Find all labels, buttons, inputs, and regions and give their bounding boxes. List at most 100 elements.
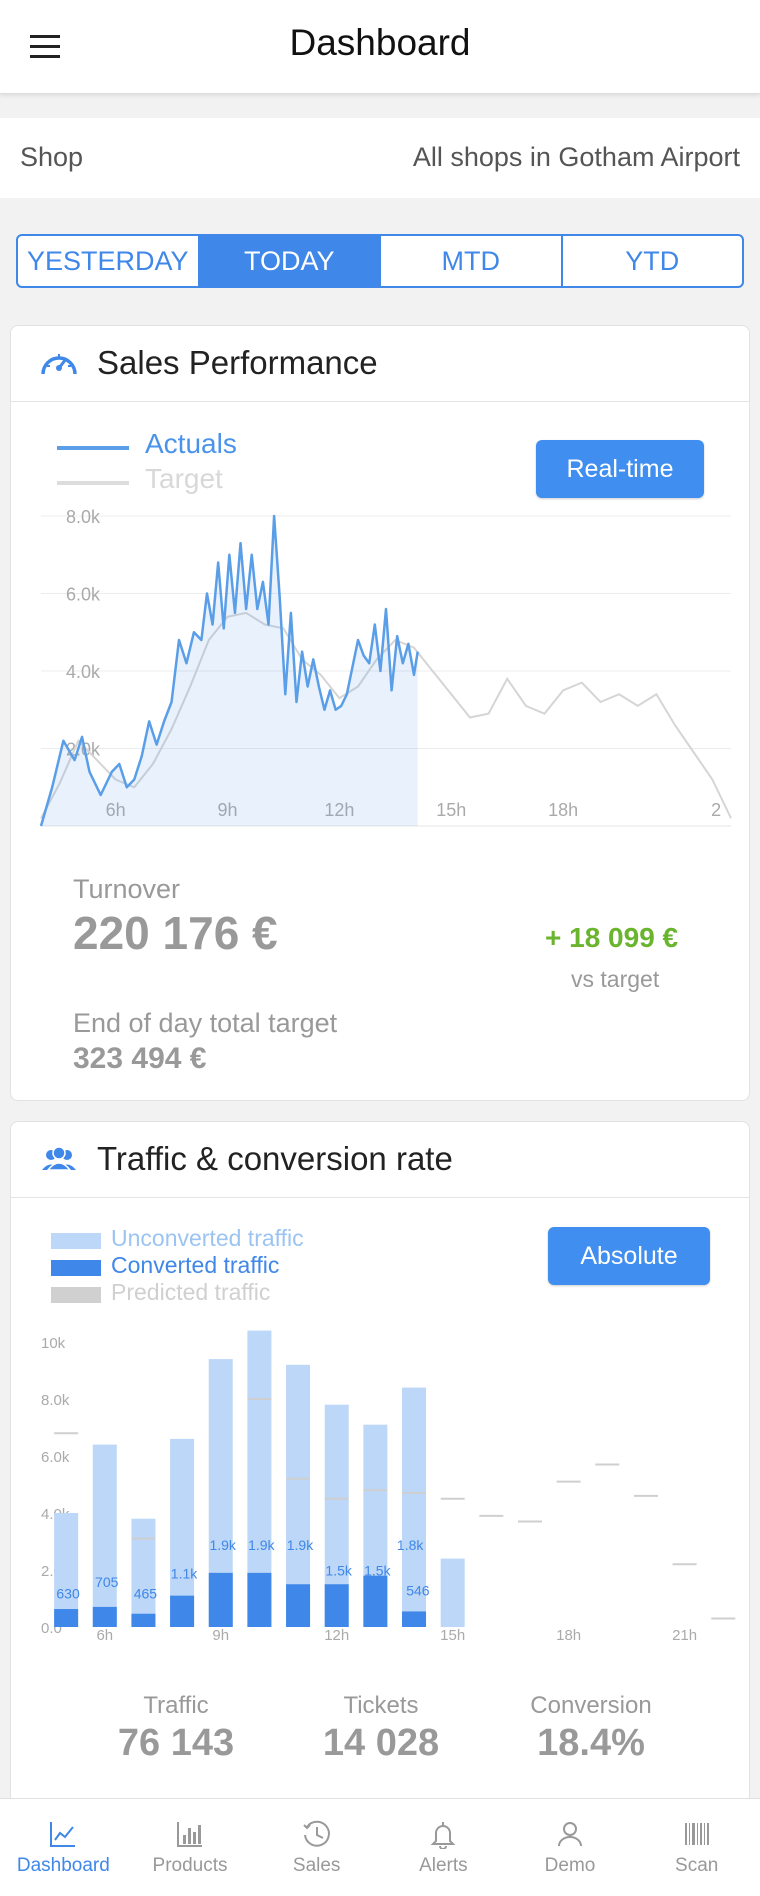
bar-unconverted <box>92 1444 117 1627</box>
card-title: Traffic & conversion rate <box>97 1140 453 1177</box>
tabbar-label: Alerts <box>419 1854 468 1876</box>
bottom-tab-bar: Dashboard Products Sales Alerts Demo Sca… <box>0 1798 760 1896</box>
x-tick-label: 12h <box>324 1627 349 1644</box>
barcode-icon <box>684 1822 709 1845</box>
y-tick-label: 8.0k <box>66 507 101 527</box>
speedometer-icon <box>41 354 77 375</box>
bar-converted <box>286 1584 311 1627</box>
absolute-button[interactable]: Absolute <box>548 1227 710 1285</box>
bar-converted <box>247 1572 272 1627</box>
bar-data-label: 1.8k <box>397 1537 424 1553</box>
people-icon <box>42 1146 76 1171</box>
y-tick-label: 10k <box>41 1335 66 1352</box>
line-chart-icon <box>50 1821 76 1847</box>
eod-target-value: 323 494 € <box>73 1042 207 1075</box>
tabbar-item-demo[interactable]: Demo <box>507 1799 634 1896</box>
legend-converted[interactable]: Converted traffic <box>111 1252 279 1279</box>
y-tick-label: 6.0k <box>41 1449 70 1466</box>
bar-converted <box>208 1572 233 1627</box>
sales-chart[interactable]: 2.0k4.0k6.0k8.0k6h9h12h15h18h2 <box>11 496 751 836</box>
vs-target-label: vs target <box>571 966 660 992</box>
tabbar-item-products[interactable]: Products <box>127 1799 254 1896</box>
bar-data-label: 1.9k <box>248 1537 275 1553</box>
bar-data-label: 546 <box>406 1583 430 1599</box>
eod-target-label: End of day total target <box>73 1008 338 1038</box>
tabbar-label: Sales <box>292 1854 341 1876</box>
tabbar-item-sales[interactable]: Sales <box>253 1799 380 1896</box>
legend-unconverted[interactable]: Unconverted traffic <box>111 1225 304 1252</box>
bar-data-label: 465 <box>134 1586 158 1602</box>
stat-conversion-value: 18.4% <box>537 1722 645 1764</box>
legend-target-swatch <box>57 481 129 485</box>
bar-converted <box>363 1575 388 1627</box>
card-header: Sales Performance <box>11 326 749 402</box>
tab-yesterday[interactable]: YESTERDAY <box>18 236 200 286</box>
bell-icon <box>430 1821 456 1849</box>
bar-unconverted <box>440 1558 465 1627</box>
bar-data-label: 1.1k <box>171 1566 198 1582</box>
y-tick-label: 8.0k <box>41 1392 70 1409</box>
y-tick-label: 4.0k <box>66 662 101 682</box>
tabbar-item-scan[interactable]: Scan <box>633 1799 760 1896</box>
bar-converted <box>170 1595 195 1627</box>
tabbar-label: Dashboard <box>16 1854 110 1876</box>
turnover-value: 220 176 € <box>73 907 278 959</box>
bar-converted <box>402 1611 427 1627</box>
x-tick-label: 18h <box>548 800 578 820</box>
tabbar-label: Demo <box>544 1854 596 1876</box>
tab-mtd[interactable]: MTD <box>381 236 563 286</box>
bar-data-label: 1.9k <box>209 1537 236 1553</box>
bar-converted <box>324 1584 349 1627</box>
legend-target[interactable]: Target <box>145 463 223 495</box>
realtime-button[interactable]: Real-time <box>536 440 704 498</box>
period-tabs: YESTERDAY TODAY MTD YTD <box>16 234 744 288</box>
legend-predicted[interactable]: Predicted traffic <box>111 1279 270 1306</box>
traffic-chart[interactable]: 0.02.0k4.0k6.0k8.0k10k6h9h12h15h18h21h63… <box>11 1322 751 1652</box>
x-tick-label: 15h <box>440 1627 465 1644</box>
x-tick-label: 2 <box>711 800 721 820</box>
sales-performance-card: Sales Performance Actuals Target Real-ti… <box>10 325 750 1101</box>
legend-actuals[interactable]: Actuals <box>145 428 237 460</box>
x-tick-label: 15h <box>436 800 466 820</box>
legend-unconverted-swatch <box>51 1233 101 1249</box>
x-tick-label: 18h <box>556 1627 581 1644</box>
app-header: Dashboard <box>0 0 760 94</box>
stat-tickets-value: 14 028 <box>322 1722 440 1764</box>
bar-unconverted <box>131 1518 156 1627</box>
tabbar-label: Scan <box>675 1854 719 1876</box>
stat-traffic-value: 76 143 <box>117 1722 235 1764</box>
bar-data-label: 705 <box>95 1574 119 1590</box>
legend-actuals-swatch <box>57 446 129 450</box>
vs-target-value: + 18 099 € <box>545 922 679 953</box>
bar-converted <box>131 1613 156 1627</box>
bar-converted <box>54 1609 79 1627</box>
shop-value[interactable]: All shops in Gotham Airport <box>413 142 740 173</box>
bar-data-label: 1.5k <box>364 1563 391 1579</box>
turnover-label: Turnover <box>73 874 181 904</box>
legend-converted-swatch <box>51 1260 101 1276</box>
x-tick-label: 9h <box>212 1627 229 1644</box>
stat-traffic-label: Traffic <box>143 1692 209 1719</box>
bar-chart-icon <box>177 1821 202 1847</box>
page-title: Dashboard <box>289 22 471 63</box>
x-tick-label: 6h <box>96 1627 113 1644</box>
tab-today[interactable]: TODAY <box>199 236 381 286</box>
legend-predicted-swatch <box>51 1287 101 1303</box>
bar-data-label: 1.5k <box>325 1563 352 1579</box>
x-tick-label: 21h <box>672 1627 697 1644</box>
tabbar-item-dashboard[interactable]: Dashboard <box>0 1799 127 1896</box>
tabbar-item-alerts[interactable]: Alerts <box>380 1799 507 1896</box>
tabbar-label: Products <box>152 1854 228 1876</box>
stat-conversion-label: Conversion <box>530 1692 652 1719</box>
bar-data-label: 630 <box>56 1586 80 1602</box>
tab-ytd[interactable]: YTD <box>563 236 743 286</box>
y-tick-label: 6.0k <box>66 585 101 605</box>
shop-selector[interactable]: Shop All shops in Gotham Airport <box>0 118 760 198</box>
card-title: Sales Performance <box>97 344 378 381</box>
bar-converted <box>92 1606 117 1627</box>
bar-data-label: 1.9k <box>287 1537 314 1553</box>
stat-tickets-label: Tickets <box>343 1692 419 1719</box>
clock-icon <box>302 1820 330 1847</box>
shop-label: Shop <box>20 142 84 172</box>
user-icon <box>558 1821 583 1846</box>
